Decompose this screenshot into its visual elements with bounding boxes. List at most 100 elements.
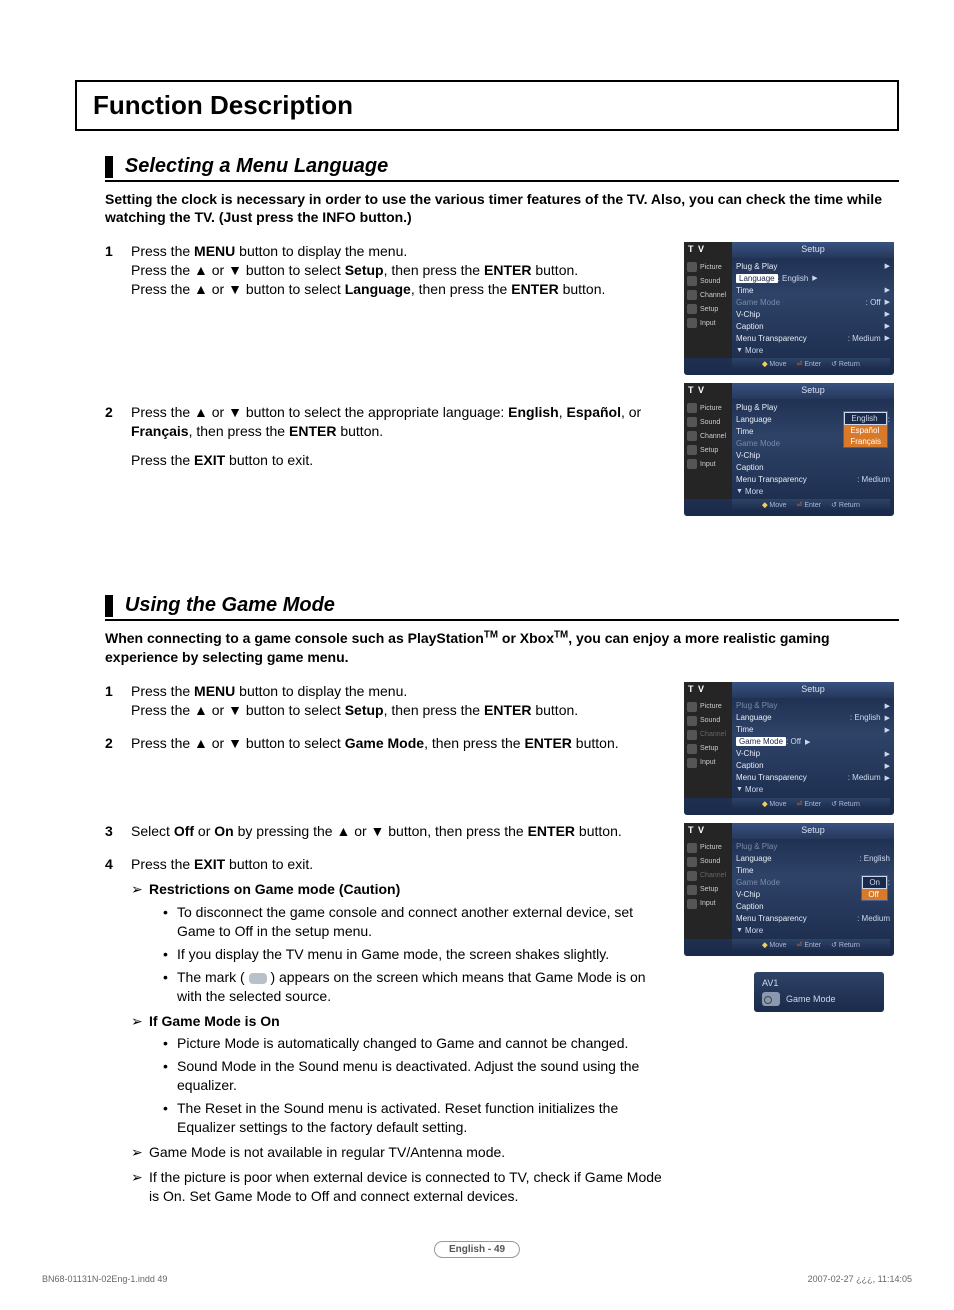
triangle-down-icon: ▼ xyxy=(736,488,743,495)
text: button. xyxy=(336,423,383,439)
osd-item-dim: Plug & Play xyxy=(736,701,881,710)
osd-hint: Move xyxy=(769,801,786,808)
osd-value: Medium xyxy=(862,914,890,923)
bold: English xyxy=(508,404,559,420)
channel-icon xyxy=(687,431,697,441)
text: button. xyxy=(572,735,619,751)
sub-item: ➢ If the picture is poor when external d… xyxy=(131,1168,668,1206)
osd-hint: Enter xyxy=(804,942,821,949)
chevron-right-icon: ▶ xyxy=(885,702,890,710)
osd-tv-label: T V xyxy=(684,823,732,839)
osd-item: Menu Transparency xyxy=(736,773,848,782)
trademark: TM xyxy=(554,630,568,641)
sidebar-label: Setup xyxy=(700,745,718,752)
text: by pressing the ▲ or ▼ button, then pres… xyxy=(234,823,528,839)
setup-icon xyxy=(687,304,697,314)
section2-columns: 1 Press the MENU button to display the m… xyxy=(105,682,899,1220)
arrow-marker-icon: ➢ xyxy=(131,1012,149,1137)
chevron-right-icon: ▶ xyxy=(885,298,890,306)
footer-filename: BN68-01131N-02Eng-1.indd 49 xyxy=(42,1274,167,1284)
osd-hint: Move xyxy=(769,502,786,509)
text: button. xyxy=(559,281,606,297)
chevron-right-icon: ▶ xyxy=(885,286,890,294)
channel-icon xyxy=(687,290,697,300)
sidebar-label: Sound xyxy=(700,419,720,426)
bold: EXIT xyxy=(194,856,225,872)
bullet-text: The Reset in the Sound menu is activated… xyxy=(177,1099,668,1137)
text: , then press the xyxy=(411,281,511,297)
text: Select xyxy=(131,823,174,839)
trademark: TM xyxy=(484,630,498,641)
osd-screenshot-4: T V Setup Picture Sound Channel Setup In… xyxy=(684,823,894,956)
sidebar-label: Sound xyxy=(700,717,720,724)
osd-main: Plug & Play▶ Language: English▶ Time▶ Ga… xyxy=(732,258,894,358)
osd-dropdown-language: English Español Français xyxy=(843,411,888,448)
sidebar-label: Sound xyxy=(700,278,720,285)
text: The mark ( xyxy=(177,969,245,985)
osd-item-selected: Game Mode xyxy=(736,737,786,746)
section-heading-language: Selecting a Menu Language xyxy=(105,155,899,182)
game-mode-badge: AV1 Game Mode xyxy=(754,972,884,1012)
osd-tv-label: T V xyxy=(684,383,732,399)
sub-item: ➢ If Game Mode is On •Picture Mode is au… xyxy=(131,1012,668,1137)
osd-tv-label: T V xyxy=(684,242,732,258)
sound-icon xyxy=(687,276,697,286)
step-number: 3 xyxy=(105,822,131,841)
text: Press the ▲ or ▼ button to select xyxy=(131,281,345,297)
osd-hint: Move xyxy=(769,942,786,949)
osd-main: Plug & Play▶ Language: English▶ Time▶ Ga… xyxy=(732,698,894,798)
arrow-marker-icon: ➢ xyxy=(131,1143,149,1162)
osd-hint: Return xyxy=(839,502,860,509)
sidebar-label: Input xyxy=(700,900,716,907)
heading-bar-icon xyxy=(105,156,113,178)
osd-footer: ◆ Move ⏎ Enter ↺ Return xyxy=(732,939,890,951)
section1-columns: 1 Press the MENU button to display the m… xyxy=(105,242,899,524)
osd-screenshot-1: T V Setup Picture Sound Channel Setup In… xyxy=(684,242,894,375)
chevron-right-icon: ▶ xyxy=(885,762,890,770)
text: or Xbox xyxy=(498,630,554,646)
bold: Setup xyxy=(345,262,384,278)
osd-item: Menu Transparency xyxy=(736,334,848,343)
bold: Game Mode xyxy=(345,735,424,751)
bullet-text: If you display the TV menu in Game mode,… xyxy=(177,945,609,964)
step-number: 2 xyxy=(105,734,131,753)
sub-item: ➢ Restrictions on Game mode (Caution) •T… xyxy=(131,880,668,1005)
osd-value: Medium xyxy=(852,334,880,343)
osd-more: More xyxy=(745,785,763,794)
step-2: 2 Press the ▲ or ▼ button to select Game… xyxy=(105,734,668,753)
text: button to exit. xyxy=(225,452,313,468)
text: button to display the menu. xyxy=(235,683,407,699)
sidebar-label: Setup xyxy=(700,447,718,454)
step-body: Press the ▲ or ▼ button to select Game M… xyxy=(131,734,668,753)
bold: On xyxy=(214,823,233,839)
sidebar-label: Picture xyxy=(700,405,722,412)
osd-sidebar: Picture Sound Channel Setup Input xyxy=(684,258,732,358)
dropdown-option: English xyxy=(844,412,887,425)
osd-more: More xyxy=(745,926,763,935)
osd-value: Medium xyxy=(852,773,880,782)
step-4: 4 Press the EXIT button to exit. ➢ Restr… xyxy=(105,855,668,1205)
bold: ENTER xyxy=(484,702,531,718)
bullet-text: Sound Mode in the Sound menu is deactiva… xyxy=(177,1057,668,1095)
bullet-text: The mark ( ) appears on the screen which… xyxy=(177,968,668,1006)
bullet-text: To disconnect the game console and conne… xyxy=(177,903,668,941)
step-2: 2 Press the ▲ or ▼ button to select the … xyxy=(105,403,668,470)
chevron-right-icon: ▶ xyxy=(885,714,890,722)
sidebar-label: Input xyxy=(700,461,716,468)
osd-item: Caption xyxy=(736,463,890,472)
bullet-icon: • xyxy=(163,968,177,1006)
setup-icon xyxy=(687,744,697,754)
osd-value: English xyxy=(864,854,890,863)
text: Press the xyxy=(131,683,194,699)
bullet-text: Picture Mode is automatically changed to… xyxy=(177,1034,628,1053)
badge-source: AV1 xyxy=(762,978,876,988)
bold: EXIT xyxy=(194,452,225,468)
section-heading-game-mode: Using the Game Mode xyxy=(105,594,899,621)
osd-main: Plug & Play Language: Time Game Mode V-C… xyxy=(732,399,894,499)
osd-value: Off xyxy=(790,737,801,746)
sound-icon xyxy=(687,716,697,726)
text: Press the xyxy=(131,243,194,259)
osd-more: More xyxy=(745,346,763,355)
dropdown-option-selected: Off xyxy=(862,889,887,900)
page-title-box: Function Description xyxy=(75,80,899,131)
